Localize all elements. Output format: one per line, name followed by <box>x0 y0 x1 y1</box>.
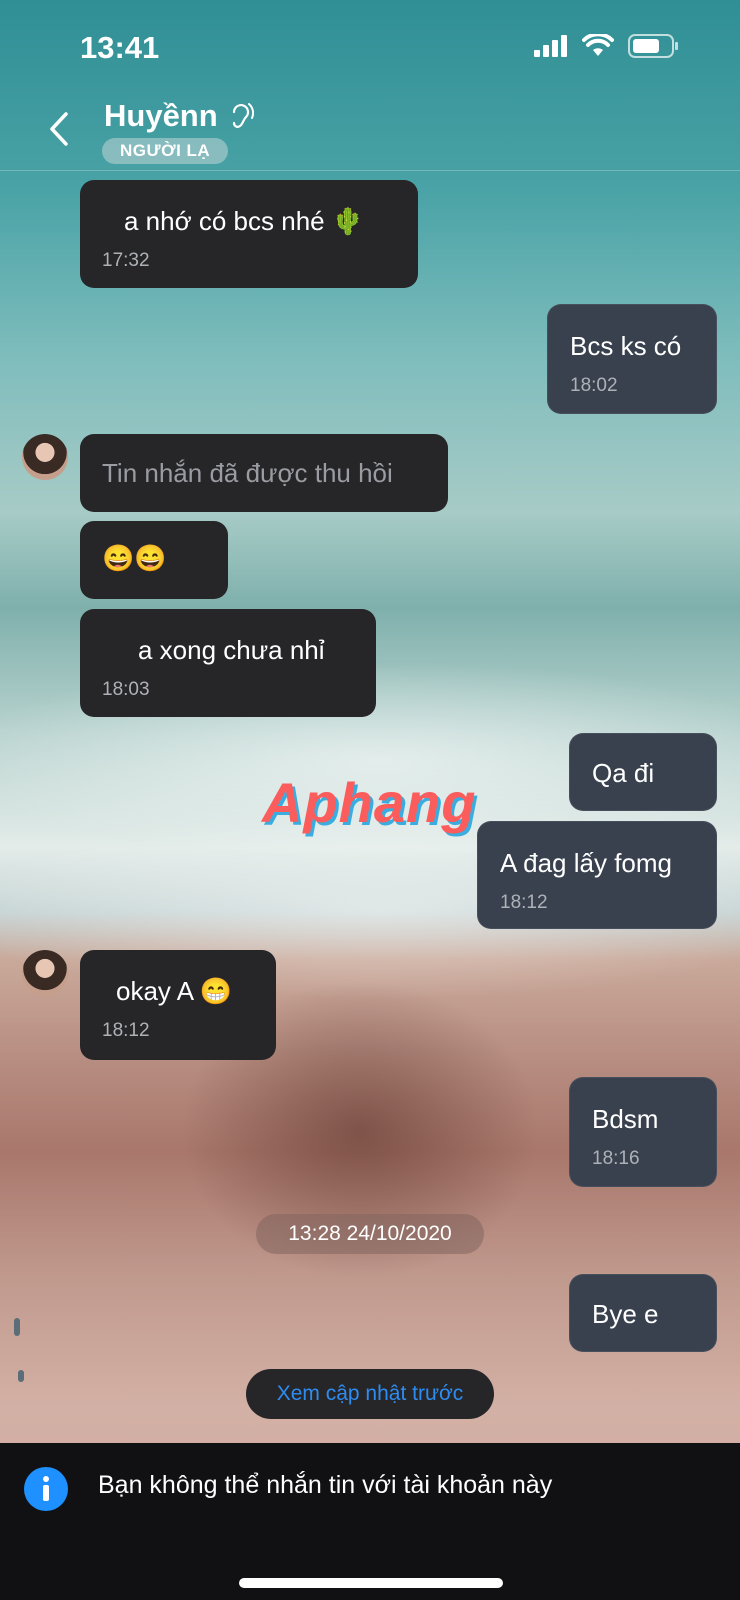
message-text: a xong chưa nhỉ <box>138 635 325 665</box>
signal-icon <box>534 35 567 57</box>
wifi-icon <box>582 34 614 56</box>
blocked-notice-bar: Bạn không thể nhắn tin với tài khoản này <box>0 1443 740 1600</box>
watermark-logo: Aphang <box>262 771 477 834</box>
message-time: 18:12 <box>102 1020 150 1041</box>
message-text: Bdsm <box>592 1104 659 1134</box>
bird-decoration <box>14 1318 20 1336</box>
home-indicator[interactable] <box>239 1578 503 1588</box>
message-text: a nhớ có bcs nhé 🌵 <box>124 206 365 236</box>
message-text: Tin nhắn đã được thu hồi <box>102 458 393 488</box>
chat-screen: 13:41 Huyềnn NGƯỜI LẠ a nhớ có bcs nhé 🌵… <box>0 0 740 1600</box>
message-time: 18:03 <box>102 679 150 700</box>
message-time: 18:12 <box>500 892 548 913</box>
message-text: Qa đi <box>592 758 655 788</box>
message-text: Bye e <box>592 1299 659 1329</box>
info-icon <box>24 1467 68 1511</box>
message-bubble-incoming[interactable]: 😄😄 <box>80 521 228 599</box>
date-separator: 13:28 24/10/2020 <box>256 1214 484 1254</box>
message-bubble-outgoing[interactable]: Qa đi <box>569 733 717 811</box>
contact-avatar[interactable] <box>22 950 68 996</box>
contact-name[interactable]: Huyềnn <box>104 98 218 134</box>
message-text: Bcs ks có <box>570 331 682 361</box>
message-bubble-outgoing[interactable]: Bye e <box>569 1274 717 1352</box>
message-bubble-outgoing[interactable]: A đag lấy fomg 18:12 <box>477 821 717 929</box>
blocked-notice-text: Bạn không thể nhắn tin với tài khoản này <box>98 1471 553 1499</box>
message-bubble-outgoing[interactable]: Bcs ks có 18:02 <box>547 304 717 414</box>
message-bubble-incoming[interactable]: okay A 😁 18:12 <box>80 950 276 1060</box>
status-time: 13:41 <box>80 30 160 65</box>
status-icons <box>534 34 680 58</box>
back-icon[interactable] <box>40 106 80 152</box>
message-bubble-incoming[interactable]: a nhớ có bcs nhé 🌵 17:32 <box>80 180 418 288</box>
contact-avatar[interactable] <box>22 434 68 480</box>
message-text: 😄😄 <box>102 543 167 573</box>
ear-icon <box>232 103 254 128</box>
status-bar: 13:41 <box>0 0 740 96</box>
message-time: 18:02 <box>570 375 618 396</box>
message-bubble-incoming[interactable]: a xong chưa nhỉ 18:03 <box>80 609 376 717</box>
stranger-badge: NGƯỜI LẠ <box>102 138 229 164</box>
view-previous-updates-button[interactable]: Xem cập nhật trước <box>246 1369 494 1419</box>
message-bubble-outgoing[interactable]: Bdsm 18:16 <box>569 1077 717 1187</box>
message-text: okay A 😁 <box>116 976 233 1006</box>
bird-decoration <box>18 1370 24 1382</box>
chat-header: Huyềnn NGƯỜI LẠ <box>0 96 740 171</box>
message-bubble-recalled[interactable]: Tin nhắn đã được thu hồi <box>80 434 448 512</box>
battery-icon <box>628 34 678 58</box>
message-time: 18:16 <box>592 1148 640 1169</box>
message-text: A đag lấy fomg <box>500 848 672 878</box>
message-time: 17:32 <box>102 250 150 271</box>
